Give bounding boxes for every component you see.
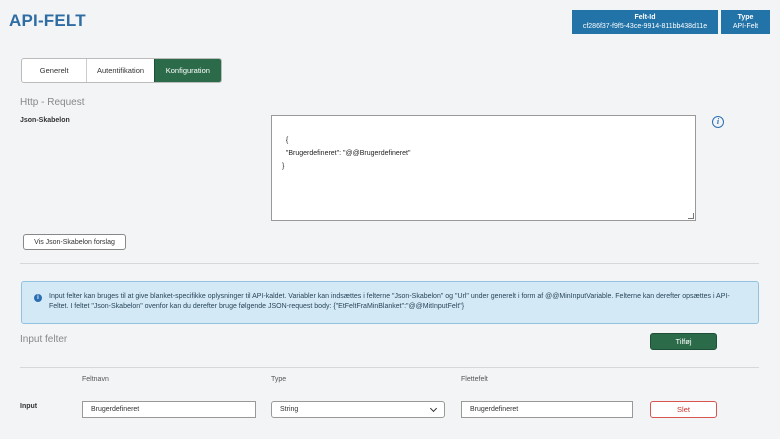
type-select[interactable]: String — [271, 401, 445, 418]
chevron-down-icon — [429, 404, 438, 412]
json-template-label: Json-Skabelon — [20, 117, 70, 124]
add-button[interactable]: Tilføj — [650, 333, 717, 350]
page-title: API-FELT — [9, 11, 86, 30]
json-template-content: { "Brugerdefineret": "@@Brugerdefineret"… — [282, 137, 411, 170]
input-fields-heading: Input felter — [20, 334, 68, 345]
divider — [20, 263, 759, 264]
tab-autentifikation[interactable]: Autentifikation — [87, 59, 155, 82]
delete-button[interactable]: Slet — [650, 401, 717, 418]
flettefelt-value: Brugerdefineret — [470, 406, 519, 413]
http-request-heading: Http - Request — [20, 97, 85, 108]
divider — [20, 367, 759, 368]
resize-handle-icon[interactable] — [688, 213, 694, 219]
tab-konfiguration[interactable]: Konfiguration — [153, 59, 221, 82]
type-value: API-Felt — [732, 23, 759, 30]
info-circle-icon: i — [34, 294, 42, 302]
feltnavn-value: Brugerdefineret — [91, 406, 140, 413]
column-header-type: Type — [271, 376, 287, 383]
json-template-textarea[interactable]: { "Brugerdefineret": "@@Brugerdefineret"… — [271, 115, 696, 221]
column-header-flettefelt: Flettefelt — [461, 376, 488, 383]
type-badge: Type API-Felt — [721, 10, 770, 34]
column-header-feltnavn: Feltnavn — [82, 376, 109, 383]
alert-text: Input felter kan bruges til at give blan… — [49, 293, 730, 310]
feltnavn-input[interactable]: Brugerdefineret — [82, 401, 256, 418]
info-alert: i Input felter kan bruges til at give bl… — [21, 281, 759, 324]
row-label: Input — [20, 403, 38, 410]
felt-id-label: Felt-Id — [634, 14, 656, 21]
tab-bar: Generelt Autentifikation Konfiguration — [21, 58, 222, 83]
flettefelt-input[interactable]: Brugerdefineret — [461, 401, 633, 418]
show-json-suggestion-button[interactable]: Vis Json-Skabelon forslag — [23, 234, 126, 250]
type-select-value: String — [280, 406, 299, 413]
type-label: Type — [737, 14, 754, 21]
tab-generelt[interactable]: Generelt — [22, 59, 88, 82]
felt-id-badge: Felt-Id cf286f37-f9f5-43ce-9914-811bb438… — [572, 10, 718, 34]
felt-id-value: cf286f37-f9f5-43ce-9914-811bb438d11e — [582, 23, 708, 30]
info-icon[interactable]: i — [712, 116, 724, 128]
